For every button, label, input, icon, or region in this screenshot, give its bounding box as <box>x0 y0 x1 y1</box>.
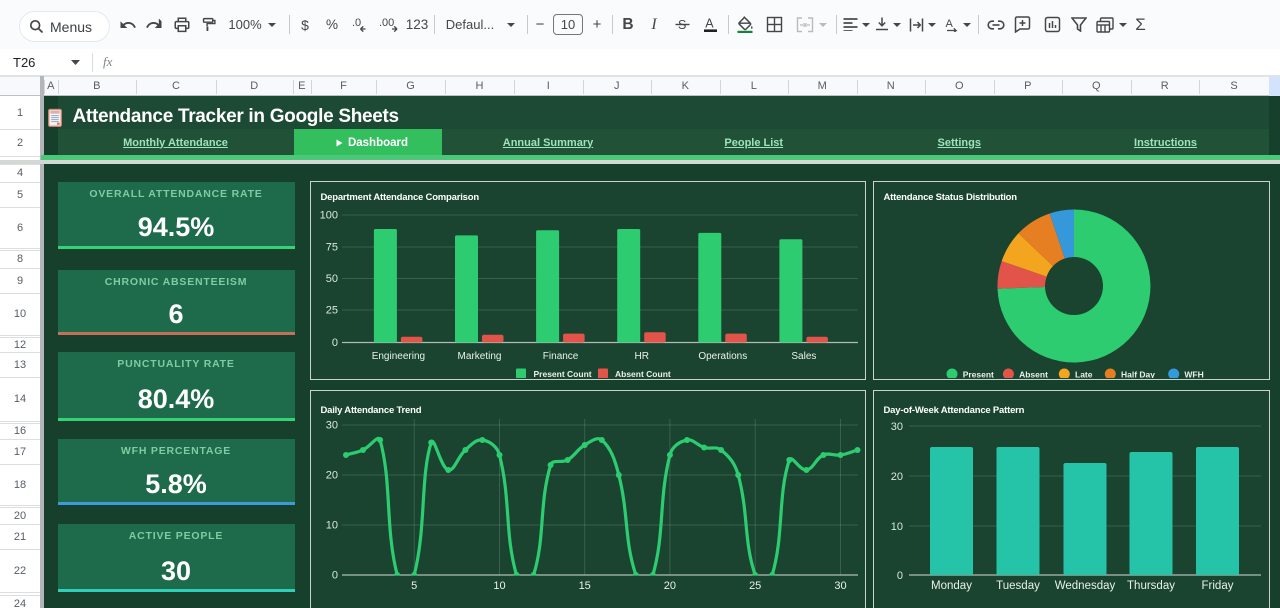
svg-text:Sales: Sales <box>791 351 816 362</box>
svg-text:WFH: WFH <box>1184 369 1203 378</box>
svg-text:Wednesday: Wednesday <box>1055 580 1116 592</box>
svg-text:0: 0 <box>332 337 338 349</box>
svg-text:30: 30 <box>834 580 846 592</box>
svg-text:Thursday: Thursday <box>1127 580 1175 592</box>
svg-text:30: 30 <box>891 421 903 433</box>
svg-text:20: 20 <box>891 471 903 483</box>
svg-text:Present: Present <box>963 369 994 378</box>
svg-text:10: 10 <box>326 520 338 532</box>
svg-text:Finance: Finance <box>543 351 579 362</box>
svg-text:20: 20 <box>326 470 338 482</box>
svg-text:15: 15 <box>579 580 591 592</box>
svg-text:25: 25 <box>326 305 338 317</box>
svg-text:A: A <box>946 18 954 30</box>
svg-text:0: 0 <box>332 570 338 582</box>
svg-text:20: 20 <box>664 580 676 592</box>
svg-text:Half Day: Half Day <box>1121 369 1155 378</box>
svg-text:HR: HR <box>634 351 648 362</box>
svg-text:Absent Count: Absent Count <box>615 369 671 378</box>
svg-text:Operations: Operations <box>698 351 747 362</box>
svg-text:Tuesday: Tuesday <box>996 580 1040 592</box>
svg-text:.0: .0 <box>352 17 361 29</box>
svg-text:Friday: Friday <box>1202 580 1234 592</box>
svg-text:75: 75 <box>326 242 338 254</box>
svg-text:Late: Late <box>1075 369 1093 378</box>
svg-text:Marketing: Marketing <box>458 351 502 362</box>
svg-text:0: 0 <box>897 570 903 582</box>
svg-text:5: 5 <box>411 580 417 592</box>
svg-text:25: 25 <box>749 580 761 592</box>
svg-text:10: 10 <box>493 580 505 592</box>
svg-text:10: 10 <box>891 521 903 533</box>
svg-text:100: 100 <box>320 210 338 222</box>
svg-text:Engineering: Engineering <box>372 351 425 362</box>
svg-text:50: 50 <box>326 273 338 285</box>
svg-text:.00: .00 <box>379 17 394 29</box>
svg-text:A: A <box>705 17 714 31</box>
svg-text:Absent: Absent <box>1019 369 1048 378</box>
svg-text:Monday: Monday <box>931 580 972 592</box>
svg-text:Present Count: Present Count <box>534 369 592 378</box>
svg-text:30: 30 <box>326 420 338 432</box>
